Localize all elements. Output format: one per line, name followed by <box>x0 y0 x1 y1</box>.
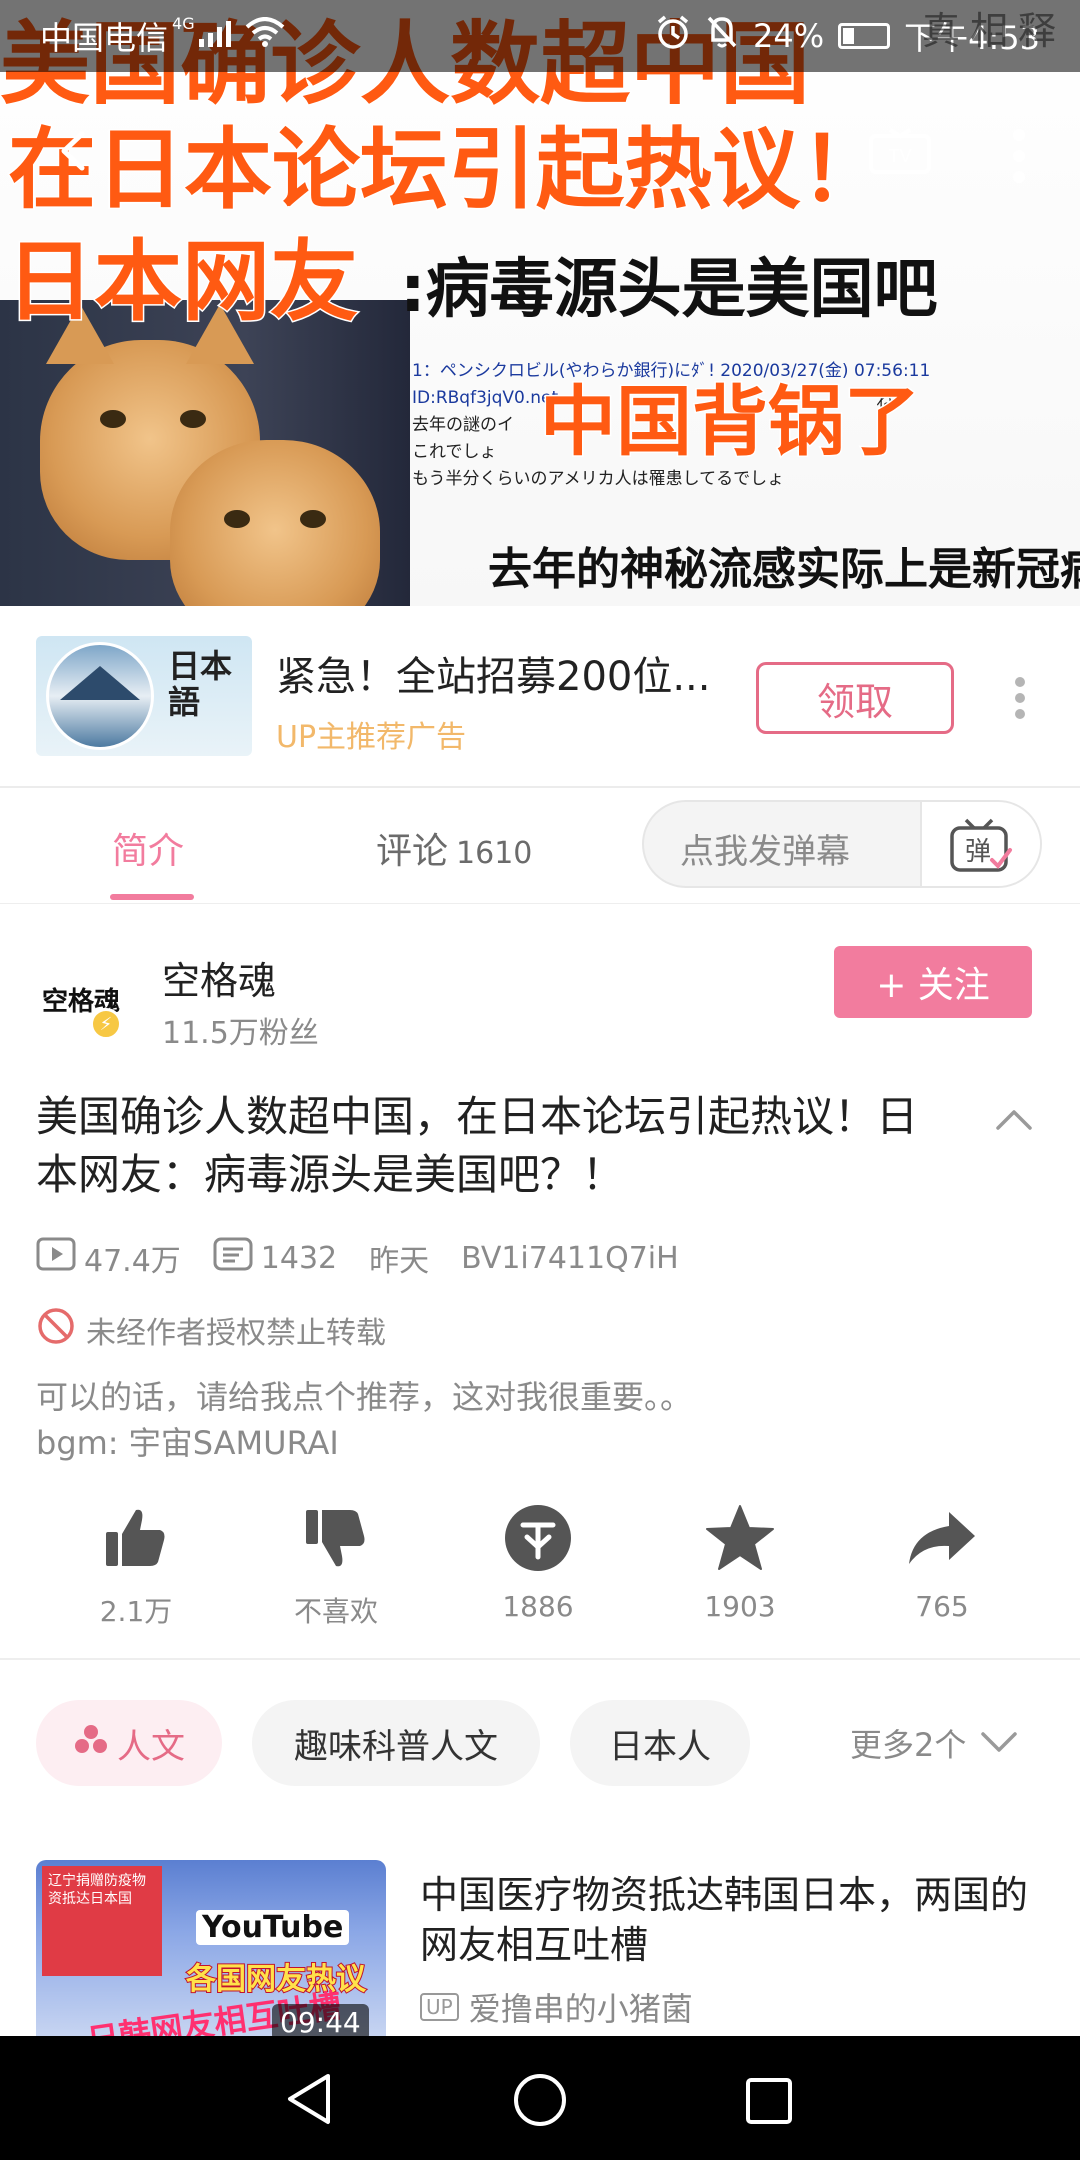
tags-more-button[interactable]: 更多2个 <box>850 1720 1018 1766</box>
tag-item-japanese[interactable]: 日本人 <box>570 1700 750 1786</box>
tab-comments-count: 1610 <box>456 836 533 871</box>
danmaku-input[interactable]: 点我发弹幕 弹 <box>642 800 1042 888</box>
recommended-video[interactable]: 辽宁捐赠防疫物资抵达日本国 YouTube 各国网友热议 日韩网友相互吐槽 09… <box>0 1860 1080 2040</box>
home-circle-icon[interactable] <box>512 2072 568 2132</box>
video-player[interactable]: 美国确诊人数超中国 在日本论坛引起热议！ 日本网友 :病毒源头是美国吧 1：ペン… <box>0 0 1080 606</box>
mute-bell-icon <box>705 14 739 58</box>
copyright-text: 未经作者授权禁止转载 <box>86 1316 386 1351</box>
chevron-up-icon[interactable] <box>994 1100 1034 1140</box>
video-stats: 47.4万 1432 昨天 BV1i7411Q7iH <box>36 1236 711 1280</box>
uploader-name[interactable]: 空格魂 <box>162 950 276 1005</box>
ad-thumbnail-text: 日本語 <box>168 647 233 721</box>
recommended-uploader: UP 爱撸串的小猪菌 <box>420 1984 693 2030</box>
coin-count: 1886 <box>502 1590 574 1623</box>
ad-subtitle: UP主推荐广告 <box>276 720 467 755</box>
recommended-title[interactable]: 中国医疗物资抵达韩国日本，两国的网友相互吐槽 <box>420 1870 1040 1970</box>
tag-hot-icon <box>73 1723 109 1764</box>
ad-claim-button[interactable]: 领取 <box>756 662 954 734</box>
coin-button[interactable]: 1886 <box>438 1498 638 1623</box>
description-line-1: 可以的话，请给我点个推荐，这对我很重要。。 <box>36 1378 693 1416</box>
star-icon <box>640 1498 840 1578</box>
alarm-icon <box>655 14 691 58</box>
tab-comments[interactable]: 评论 1610 <box>376 822 532 874</box>
uploader-row: 空格魂 ⚡ 空格魂 11.5万粉丝 + 关注 <box>0 904 1080 1072</box>
like-button[interactable]: 2.1万 <box>36 1498 236 1630</box>
tv-label: TV <box>888 146 911 166</box>
share-arrow-icon <box>842 1498 1042 1578</box>
no-repost-icon <box>36 1306 86 1354</box>
danmaku-count: 1432 <box>260 1240 338 1276</box>
watermark: 真相释 <box>921 9 1066 53</box>
dislike-label: 不喜欢 <box>293 1595 378 1628</box>
danmaku-toggle-icon[interactable]: 弹 <box>920 802 1040 886</box>
share-button[interactable]: 765 <box>842 1498 1042 1623</box>
copyright-notice: 未经作者授权禁止转载 <box>36 1306 386 1354</box>
lightning-badge-icon: ⚡ <box>90 1008 122 1040</box>
publish-date: 昨天 <box>369 1244 430 1279</box>
back-triangle-icon[interactable] <box>284 2072 334 2130</box>
network-type: 4G <box>172 14 195 33</box>
chevron-down-icon <box>980 1724 1018 1762</box>
ad-more-icon-dots[interactable] <box>1014 676 1026 724</box>
video-overlay-center: 中国背锅了 <box>539 377 922 466</box>
status-bar: 中国电信 4G 24% 下午4:53 真相释 <box>0 0 1080 72</box>
thumbs-down-icon <box>236 1498 436 1578</box>
more-options-icon[interactable] <box>1012 128 1026 195</box>
description-line-2: bgm: 宇宙SAMURAI <box>36 1424 339 1462</box>
favorite-count: 1903 <box>704 1590 776 1623</box>
recommended-thumbnail[interactable]: 辽宁捐赠防疫物资抵达日本国 YouTube 各国网友热议 日韩网友相互吐槽 09… <box>36 1860 386 2040</box>
recommended-uploader-name: 爱撸串的小猪菌 <box>468 1990 693 2028</box>
uploader-fans: 11.5万粉丝 <box>162 1016 319 1051</box>
tags-more-label: 更多2个 <box>850 1726 967 1764</box>
cat-image-front <box>170 440 380 606</box>
tab-intro[interactable]: 简介 <box>112 822 184 874</box>
thumbs-up-icon <box>36 1498 236 1578</box>
carrier-label: 中国电信 <box>40 19 169 57</box>
favorite-button[interactable]: 1903 <box>640 1498 840 1623</box>
wifi-icon <box>245 17 285 55</box>
danmaku-placeholder: 点我发弹幕 <box>680 832 850 872</box>
up-badge-icon: UP <box>420 1993 459 2021</box>
forum-post-body-3: もう半分くらいのアメリカ人は罹患してるでしょ <box>412 469 785 489</box>
battery-percent: 24% <box>753 17 825 55</box>
tab-active-indicator <box>110 894 194 900</box>
system-nav-bar <box>0 2036 1080 2160</box>
thumbnail-youtube-text: YouTube <box>196 1910 350 1945</box>
danmaku-icon-text: 弹 <box>965 837 991 867</box>
ad-thumbnail[interactable]: 日本語 <box>36 636 252 756</box>
tag-item-humanities[interactable]: 人文 <box>36 1700 222 1786</box>
tab-comments-label: 评论 <box>376 831 449 872</box>
promo-ad[interactable]: 日本語 紧急！全站招募200位... UP主推荐广告 领取 <box>0 606 1080 788</box>
coin-icon <box>438 1498 638 1578</box>
tag-item-science[interactable]: 趣味科普人文 <box>252 1700 540 1786</box>
share-count: 765 <box>915 1590 969 1623</box>
back-icon[interactable] <box>52 128 98 185</box>
video-overlay-line3-b: :病毒源头是美国吧 <box>400 253 938 327</box>
content-tabs: 简介 评论 1610 点我发弹幕 弹 <box>0 788 1080 904</box>
tag-list: 人文 趣味科普人文 日本人 更多2个 <box>0 1700 1080 1788</box>
ad-title[interactable]: 紧急！全站招募200位... <box>276 644 711 702</box>
tag-label: 人文 <box>117 1726 185 1767</box>
view-count: 47.4万 <box>84 1244 181 1279</box>
video-title: 美国确诊人数超中国，在日本论坛引起热议！日本网友：病毒源头是美国吧？！ <box>36 1092 919 1199</box>
like-count: 2.1万 <box>99 1595 173 1628</box>
cast-tv-icon[interactable]: TV <box>868 128 932 187</box>
video-duration: 09:44 <box>272 2004 369 2040</box>
video-overlay-line3-a: 日本网友 <box>4 230 359 333</box>
dislike-button[interactable]: 不喜欢 <box>236 1498 436 1630</box>
video-overlay-bottom: 去年的神秘流感实际上是新冠病毒吧。 <box>488 544 1080 595</box>
video-description: 可以的话，请给我点个推荐，这对我很重要。。 bgm: 宇宙SAMURAI <box>36 1374 692 1466</box>
video-overlay-line2: 在日本论坛引起热议！ <box>6 118 889 221</box>
play-count-icon <box>36 1237 84 1279</box>
recents-square-icon[interactable] <box>744 2076 794 2130</box>
thumbnail-side-text: 辽宁捐赠防疫物资抵达日本国 <box>42 1866 162 1976</box>
signal-icon <box>198 17 233 55</box>
follow-button[interactable]: + 关注 <box>834 946 1032 1018</box>
action-bar: 2.1万 不喜欢 1886 1903 765 <box>0 1498 1080 1658</box>
section-divider <box>0 1658 1080 1660</box>
bv-id: BV1i7411Q7iH <box>461 1240 679 1276</box>
battery-icon <box>838 23 891 49</box>
danmaku-count-icon <box>213 1237 261 1279</box>
